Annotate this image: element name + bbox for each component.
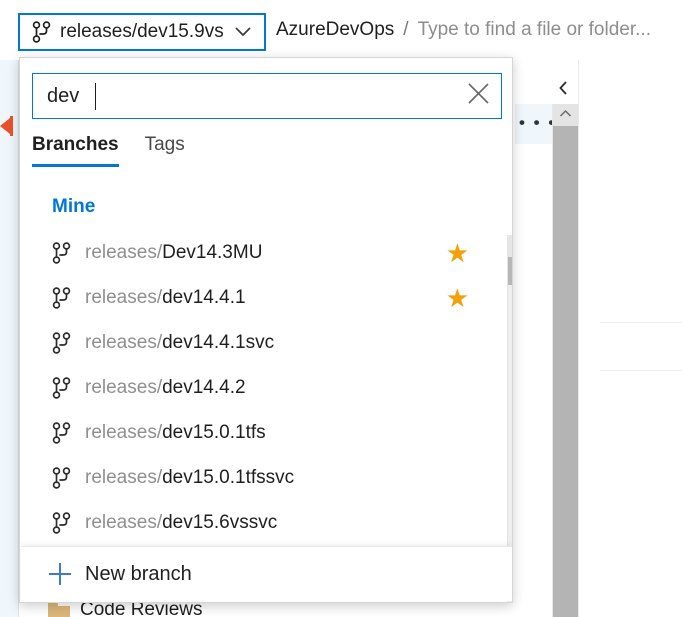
branch-name: releases/dev15.0.1tfssvc: [85, 467, 294, 489]
branch-icon: [32, 21, 51, 43]
left-rail: [0, 60, 18, 617]
branch-list-item[interactable]: releases/dev14.4.1svc: [21, 320, 489, 365]
page-scrollbar[interactable]: [552, 104, 578, 617]
panel-divider: [600, 322, 682, 323]
branch-selector-button[interactable]: releases/dev15.9vs: [18, 13, 266, 51]
branch-name-suffix: dev14.4.1: [162, 286, 246, 308]
branch-name-prefix: releases/: [85, 466, 163, 488]
branch-picker-popup: Branches Tags Mine releases/Dev14.3MU★re…: [19, 57, 513, 603]
background-folder-label: Code Reviews: [80, 602, 203, 617]
tab-tags[interactable]: Tags: [145, 134, 185, 167]
overflow-menu-icon[interactable]: • • •: [519, 114, 556, 131]
branch-list-area: Mine releases/Dev14.3MU ★ releases/dev14.4…: [21, 188, 512, 558]
tab-branches[interactable]: Branches: [32, 134, 119, 167]
branch-icon: [52, 511, 71, 534]
branch-search-field[interactable]: [32, 73, 502, 119]
branch-list-item[interactable]: releases/dev15.0.1tfs: [21, 410, 489, 455]
branch-name-suffix: dev14.4.2: [162, 376, 246, 398]
breadcrumb-separator: /: [403, 19, 409, 40]
favorite-star-icon[interactable]: ★: [446, 240, 469, 266]
new-branch-label: New branch: [85, 562, 192, 585]
branch-icon: [52, 241, 71, 264]
plus-icon: [49, 563, 71, 585]
branch-icon: [52, 376, 71, 399]
chevron-down-icon: [234, 25, 252, 40]
branch-name-prefix: releases/: [85, 241, 163, 263]
branch-name-suffix: dev14.4.1svc: [162, 331, 275, 353]
branch-icon: [52, 331, 71, 354]
app-root: • • • Contents Simple Graph Code Reviews: [0, 0, 682, 617]
branch-name-suffix: dev15.0.1tfssvc: [162, 466, 295, 488]
branch-name-prefix: releases/: [85, 286, 163, 308]
branch-name-prefix: releases/: [85, 421, 163, 443]
background-folder-row[interactable]: Code Reviews: [48, 602, 203, 617]
breadcrumb: AzureDevOps / Type to find a file or fol…: [276, 19, 651, 41]
branch-list-item[interactable]: releases/dev15.0.1tfssvc: [21, 455, 489, 500]
text-caret: [95, 83, 96, 110]
branch-name-prefix: releases/: [85, 376, 163, 398]
branch-list-item[interactable]: releases/dev14.4.2: [21, 365, 489, 410]
folder-icon: [48, 602, 70, 617]
branch-name-prefix: releases/: [85, 511, 163, 533]
branch-list-item[interactable]: releases/Dev14.3MU ★: [21, 230, 489, 275]
close-icon: [466, 81, 491, 111]
branch-icon: [52, 421, 71, 444]
search-input[interactable]: [33, 74, 455, 118]
contents-panel: [578, 60, 682, 617]
branch-list: releases/Dev14.3MU ★ releases/dev14.4.1 ★ re…: [21, 230, 489, 558]
branch-name: releases/dev15.6vssvc: [85, 512, 277, 534]
branch-selector-value: releases/dev15.9vs: [60, 21, 224, 42]
branch-icon: [52, 286, 71, 309]
group-header-mine: Mine: [52, 196, 96, 217]
path-search-placeholder[interactable]: Type to find a file or folder...: [418, 19, 651, 41]
branch-name: releases/dev15.0.1tfs: [85, 422, 266, 444]
branch-name: releases/dev14.4.2: [85, 377, 246, 399]
panel-divider: [600, 370, 682, 371]
branch-name-suffix: dev15.0.1tfs: [162, 421, 266, 443]
branch-icon: [52, 466, 71, 489]
branch-name: releases/dev14.4.1: [85, 287, 246, 309]
branch-name-prefix: releases/: [85, 331, 163, 353]
picker-tabs: Branches Tags: [32, 134, 185, 167]
scrollbar-up-icon[interactable]: [508, 235, 512, 257]
collapse-left-marker-icon[interactable]: [0, 116, 14, 136]
clear-search-button[interactable]: [455, 74, 501, 118]
branch-list-item[interactable]: releases/dev14.4.1 ★: [21, 275, 489, 320]
new-branch-button[interactable]: New branch: [21, 546, 512, 601]
branch-name: releases/Dev14.3MU: [85, 242, 262, 264]
scrollbar-thumb[interactable]: [508, 257, 512, 285]
branch-name-suffix: Dev14.3MU: [162, 241, 263, 263]
page-scrollbar-up-icon[interactable]: [553, 104, 578, 126]
chevron-left-icon[interactable]: [553, 80, 573, 100]
branch-name: releases/dev14.4.1svc: [85, 332, 274, 354]
branch-name-suffix: dev15.6vssvc: [162, 511, 278, 533]
favorite-star-icon[interactable]: ★: [446, 285, 469, 311]
top-bar: releases/dev15.9vs AzureDevOps / Type to…: [0, 0, 682, 60]
branch-list-item[interactable]: releases/dev15.6vssvc: [21, 500, 489, 545]
breadcrumb-repo[interactable]: AzureDevOps: [276, 19, 394, 41]
page-scrollbar-thumb[interactable]: [553, 126, 578, 617]
